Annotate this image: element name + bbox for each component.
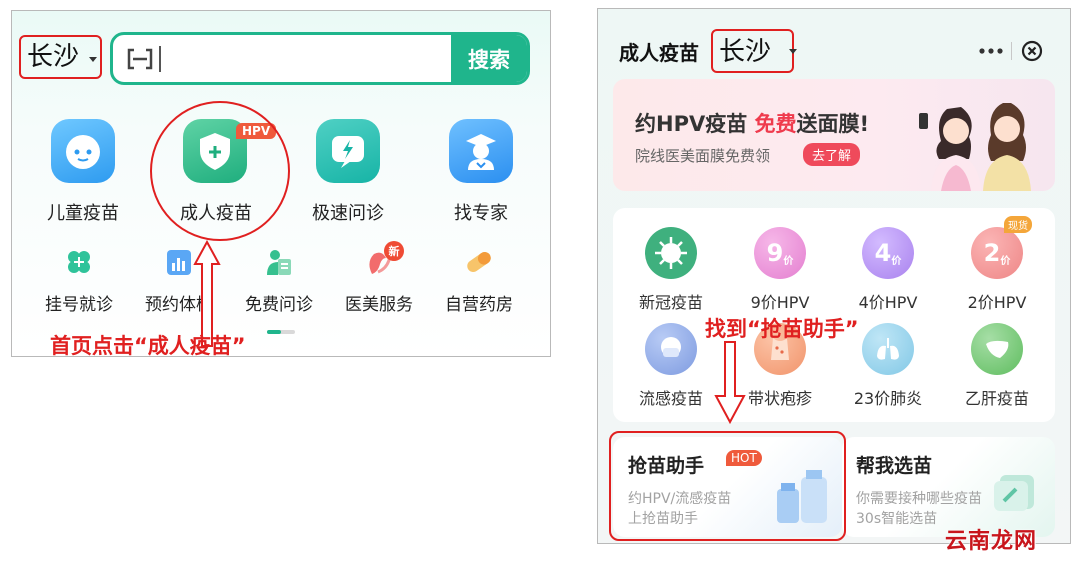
- vaccine-hepatitis-b[interactable]: 乙肝疫苗: [942, 323, 1052, 408]
- pill-icon: [467, 251, 491, 273]
- service-registration[interactable]: 挂号就诊: [29, 248, 129, 315]
- page-indicator: [267, 330, 295, 334]
- city-label: 长沙: [27, 42, 80, 72]
- in-stock-tag: 现货: [1004, 216, 1032, 233]
- valence-number: 2: [983, 239, 1001, 267]
- vaccine-hpv2[interactable]: 2价 现货 2价HPV: [942, 216, 1052, 312]
- liver-icon: [971, 323, 1023, 375]
- clipboard-chart-icon: [167, 250, 191, 275]
- service-label: 医美服务: [345, 295, 413, 315]
- vaccine-label: 9价HPV: [750, 293, 810, 312]
- banner-subtitle: 院线医美面膜免费领: [635, 147, 771, 165]
- service-child-vaccine[interactable]: 儿童疫苗: [23, 119, 143, 239]
- person-doc-icon: [267, 250, 291, 275]
- clover-icon: [68, 251, 90, 273]
- left-annotation: 首页点击“成人疫苗”: [50, 334, 246, 358]
- pick-vaccine-icon: [994, 475, 1034, 511]
- service-label: 自营药房: [445, 295, 513, 315]
- service-label: 极速问诊: [312, 203, 384, 224]
- service-free-consult[interactable]: 免费问诊: [229, 248, 329, 315]
- vaccine-label: 新冠疫苗: [638, 293, 703, 312]
- close-icon[interactable]: [1020, 39, 1044, 63]
- doctor-icon: [449, 119, 513, 183]
- banner-title: 约HPV疫苗 免费送面膜!: [635, 108, 869, 138]
- scan-icon[interactable]: [127, 48, 153, 70]
- service-label: 儿童疫苗: [47, 203, 119, 224]
- vaccine-label: 流感疫苗: [638, 389, 703, 408]
- service-label: 挂号就诊: [45, 295, 113, 315]
- mini-program-capsule: [974, 36, 1046, 66]
- picker-line-1: 你需要接种哪些疫苗: [856, 491, 982, 507]
- valence-unit: 价: [783, 255, 794, 267]
- city-selector[interactable]: 长沙: [711, 29, 794, 73]
- service-aesthetics[interactable]: 新 医美服务: [329, 241, 429, 315]
- vaccine-label: 2价HPV: [967, 293, 1027, 312]
- picker-title: 帮我选苗: [856, 455, 933, 477]
- banner-title-post: 送面膜!: [796, 112, 870, 136]
- highlight-circle: [150, 101, 290, 241]
- lightning-chat-icon: [316, 119, 380, 183]
- service-quick-consult[interactable]: 极速问诊: [288, 119, 408, 239]
- banner-title-pre: 约HPV疫苗: [635, 112, 755, 136]
- service-label: 找专家: [454, 203, 508, 224]
- vaccine-hpv9[interactable]: 9价 9价HPV: [725, 227, 835, 312]
- vaccine-label: 乙肝疫苗: [964, 389, 1029, 408]
- text-cursor: [159, 46, 161, 72]
- helper-highlight-box: [609, 431, 846, 541]
- valence-number: 4: [874, 239, 892, 267]
- home-screen-panel: 长沙 搜索 儿童疫苗 HPV 成人疫苗 极速问诊 找专家 挂号就诊 预约体检 免…: [11, 10, 551, 357]
- more-icon[interactable]: [978, 44, 1004, 58]
- mask-face-icon: [645, 323, 697, 375]
- watermark-logo: 云南龙网: [945, 529, 1038, 554]
- banner-title-highlight: 免费: [754, 112, 797, 136]
- promo-banner[interactable]: 约HPV疫苗 免费送面膜! 院线医美面膜免费领 去了解: [613, 79, 1055, 191]
- vaccine-hpv4[interactable]: 4价 4价HPV: [833, 227, 943, 312]
- city-label: 长沙: [719, 37, 772, 67]
- service-pharmacy[interactable]: 自营药房: [429, 248, 529, 315]
- valence-unit: 价: [891, 255, 902, 267]
- city-selector[interactable]: 长沙: [19, 35, 102, 79]
- hpv4-icon: 4价: [862, 227, 914, 279]
- caret-down-icon: [89, 57, 97, 62]
- search-bar[interactable]: 搜索: [110, 32, 530, 85]
- caret-down-icon: [789, 49, 797, 54]
- valence-unit: 价: [1000, 255, 1011, 267]
- capsule-divider: [1011, 42, 1012, 60]
- vaccine-label: 4价HPV: [858, 293, 918, 312]
- hpv9-icon: 9价: [754, 227, 806, 279]
- vaccine-label: 23价肺炎: [853, 389, 923, 408]
- page-title: 成人疫苗: [619, 41, 699, 65]
- virus-icon: [645, 227, 697, 279]
- valence-number: 9: [766, 239, 784, 267]
- service-label: 免费问诊: [245, 295, 313, 315]
- adult-vaccine-screen: 成人疫苗 长沙 约HPV疫苗 免费送面膜! 院线医美面膜免费领 去了解 新冠疫苗…: [597, 8, 1071, 544]
- search-button[interactable]: 搜索: [451, 35, 527, 82]
- banner-cta-button[interactable]: 去了解: [803, 143, 861, 166]
- lungs-icon: [862, 323, 914, 375]
- two-women-illustration: [919, 103, 1031, 191]
- down-arrow-icon: [714, 341, 746, 425]
- new-badge: 新: [384, 241, 404, 261]
- vaccine-covid[interactable]: 新冠疫苗: [616, 227, 726, 312]
- hpv2-icon: 2价: [971, 227, 1023, 279]
- baby-face-icon: [51, 119, 115, 183]
- right-annotation: 找到“抢苗助手”: [705, 317, 859, 341]
- help-me-choose-card[interactable]: 帮我选苗 你需要接种哪些疫苗 30s智能选苗: [842, 437, 1055, 537]
- service-find-expert[interactable]: 找专家: [421, 119, 541, 239]
